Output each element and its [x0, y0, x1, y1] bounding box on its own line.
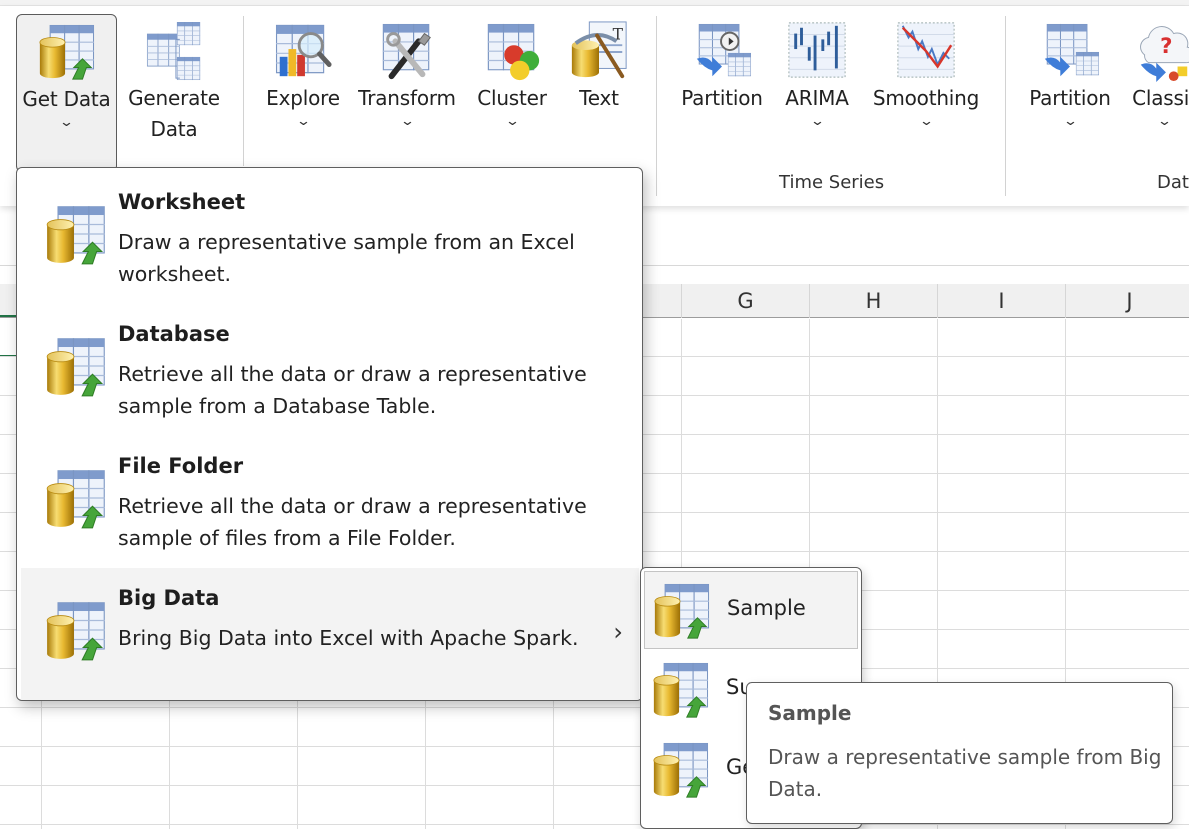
menu-item-description: Retrieve all the data or draw a represen… [118, 494, 587, 550]
generate-data-label-line2: Data [150, 117, 198, 141]
chevron-down-icon: ⌄ [1156, 114, 1172, 129]
database-sheet-icon [651, 580, 713, 642]
column-header-j[interactable]: J [1065, 284, 1189, 318]
time-series-partition-button[interactable]: Partition [676, 14, 768, 114]
classify-cloud-icon: ? [1133, 20, 1189, 82]
chevron-down-icon: ⌄ [58, 115, 75, 130]
menu-item-title: Worksheet [118, 190, 246, 214]
partition-clock-icon [691, 20, 753, 82]
arima-button[interactable]: ARIMA ⌄ [780, 14, 854, 130]
smoothing-label: Smoothing [872, 86, 980, 110]
generate-data-button[interactable]: Generate Data [124, 14, 224, 144]
data-mining-partition-button[interactable]: Partition ⌄ [1024, 14, 1116, 130]
text-label: Text [579, 86, 619, 110]
database-sheet-icon [650, 739, 712, 801]
menu-item-title: Big Data [118, 586, 220, 610]
database-sheet-icon [43, 334, 109, 400]
group-separator [243, 16, 244, 166]
group-separator [656, 16, 657, 196]
submenu-item-label: Sample [727, 596, 806, 620]
menu-item-description: Retrieve all the data or draw a represen… [118, 362, 587, 418]
menu-item-database[interactable]: Database Retrieve all the data or draw a… [21, 304, 639, 436]
chevron-down-icon: ⌄ [918, 114, 934, 129]
menu-item-worksheet[interactable]: Worksheet Draw a representative sample f… [21, 172, 639, 304]
column-header-h[interactable]: H [809, 284, 937, 318]
menu-item-big-data[interactable]: Big Data Bring Big Data into Excel with … [21, 568, 639, 700]
cluster-button[interactable]: Cluster ⌄ [473, 14, 551, 130]
arima-label: ARIMA [785, 86, 849, 110]
database-sheet-icon [43, 202, 109, 268]
time-series-partition-label: Partition [681, 86, 763, 110]
get-data-label: Get Data [22, 87, 111, 111]
time-series-group-label: Time Series [779, 172, 885, 193]
database-sheet-icon [36, 21, 98, 83]
column-header-g[interactable]: G [681, 284, 809, 318]
chevron-down-icon: ⌄ [809, 114, 825, 129]
database-sheet-icon [43, 598, 109, 664]
smoothing-button[interactable]: Smoothing ⌄ [865, 14, 987, 130]
data-mining-group-label: Dat [1157, 172, 1189, 193]
tooltip-description: Draw a representative sample from Big Da… [768, 745, 1162, 801]
text-mining-icon: T [568, 20, 630, 82]
transform-tools-icon [376, 20, 438, 82]
transform-button[interactable]: Transform ⌄ [355, 14, 459, 130]
classify-button[interactable]: ? Classif ⌄ [1124, 14, 1189, 130]
explore-button[interactable]: Explore ⌄ [262, 14, 344, 130]
submenu-item-sample[interactable]: Sample [644, 571, 858, 649]
smoothing-chart-icon [895, 20, 957, 82]
explore-chart-magnifier-icon [272, 20, 334, 82]
get-data-button[interactable]: Get Data ⌄ [16, 14, 117, 172]
menu-item-description: Draw a representative sample from an Exc… [118, 230, 575, 286]
chevron-down-icon: ⌄ [295, 114, 311, 129]
group-separator [1005, 16, 1006, 196]
menu-item-title: Database [118, 322, 230, 346]
database-sheet-icon [43, 466, 109, 532]
get-data-menu: Worksheet Draw a representative sample f… [16, 167, 643, 701]
menu-item-title: File Folder [118, 454, 244, 478]
tooltip-title: Sample [768, 701, 852, 725]
chevron-right-icon: › [613, 618, 623, 646]
svg-text:?: ? [1160, 34, 1172, 59]
data-mining-partition-label: Partition [1029, 86, 1111, 110]
explore-label: Explore [266, 86, 340, 110]
chevron-down-icon: ⌄ [399, 114, 415, 129]
chevron-down-icon: ⌄ [504, 114, 520, 129]
generate-tables-icon [143, 20, 205, 82]
generate-data-label-line1: Generate [128, 86, 220, 110]
menu-item-description: Bring Big Data into Excel with Apache Sp… [118, 626, 579, 650]
database-sheet-icon [650, 659, 712, 721]
transform-label: Transform [358, 86, 456, 110]
classify-label: Classif [1132, 86, 1189, 110]
menu-item-file-folder[interactable]: File Folder Retrieve all the data or dra… [21, 436, 639, 568]
chevron-down-icon: ⌄ [1062, 114, 1078, 129]
column-header-i[interactable]: I [937, 284, 1065, 318]
text-button[interactable]: T Text [566, 14, 632, 114]
arima-chart-icon [786, 20, 848, 82]
cluster-label: Cluster [477, 86, 547, 110]
partition-icon [1039, 20, 1101, 82]
sample-tooltip: Sample Draw a representative sample from… [746, 682, 1173, 824]
cluster-circles-icon [481, 20, 543, 82]
